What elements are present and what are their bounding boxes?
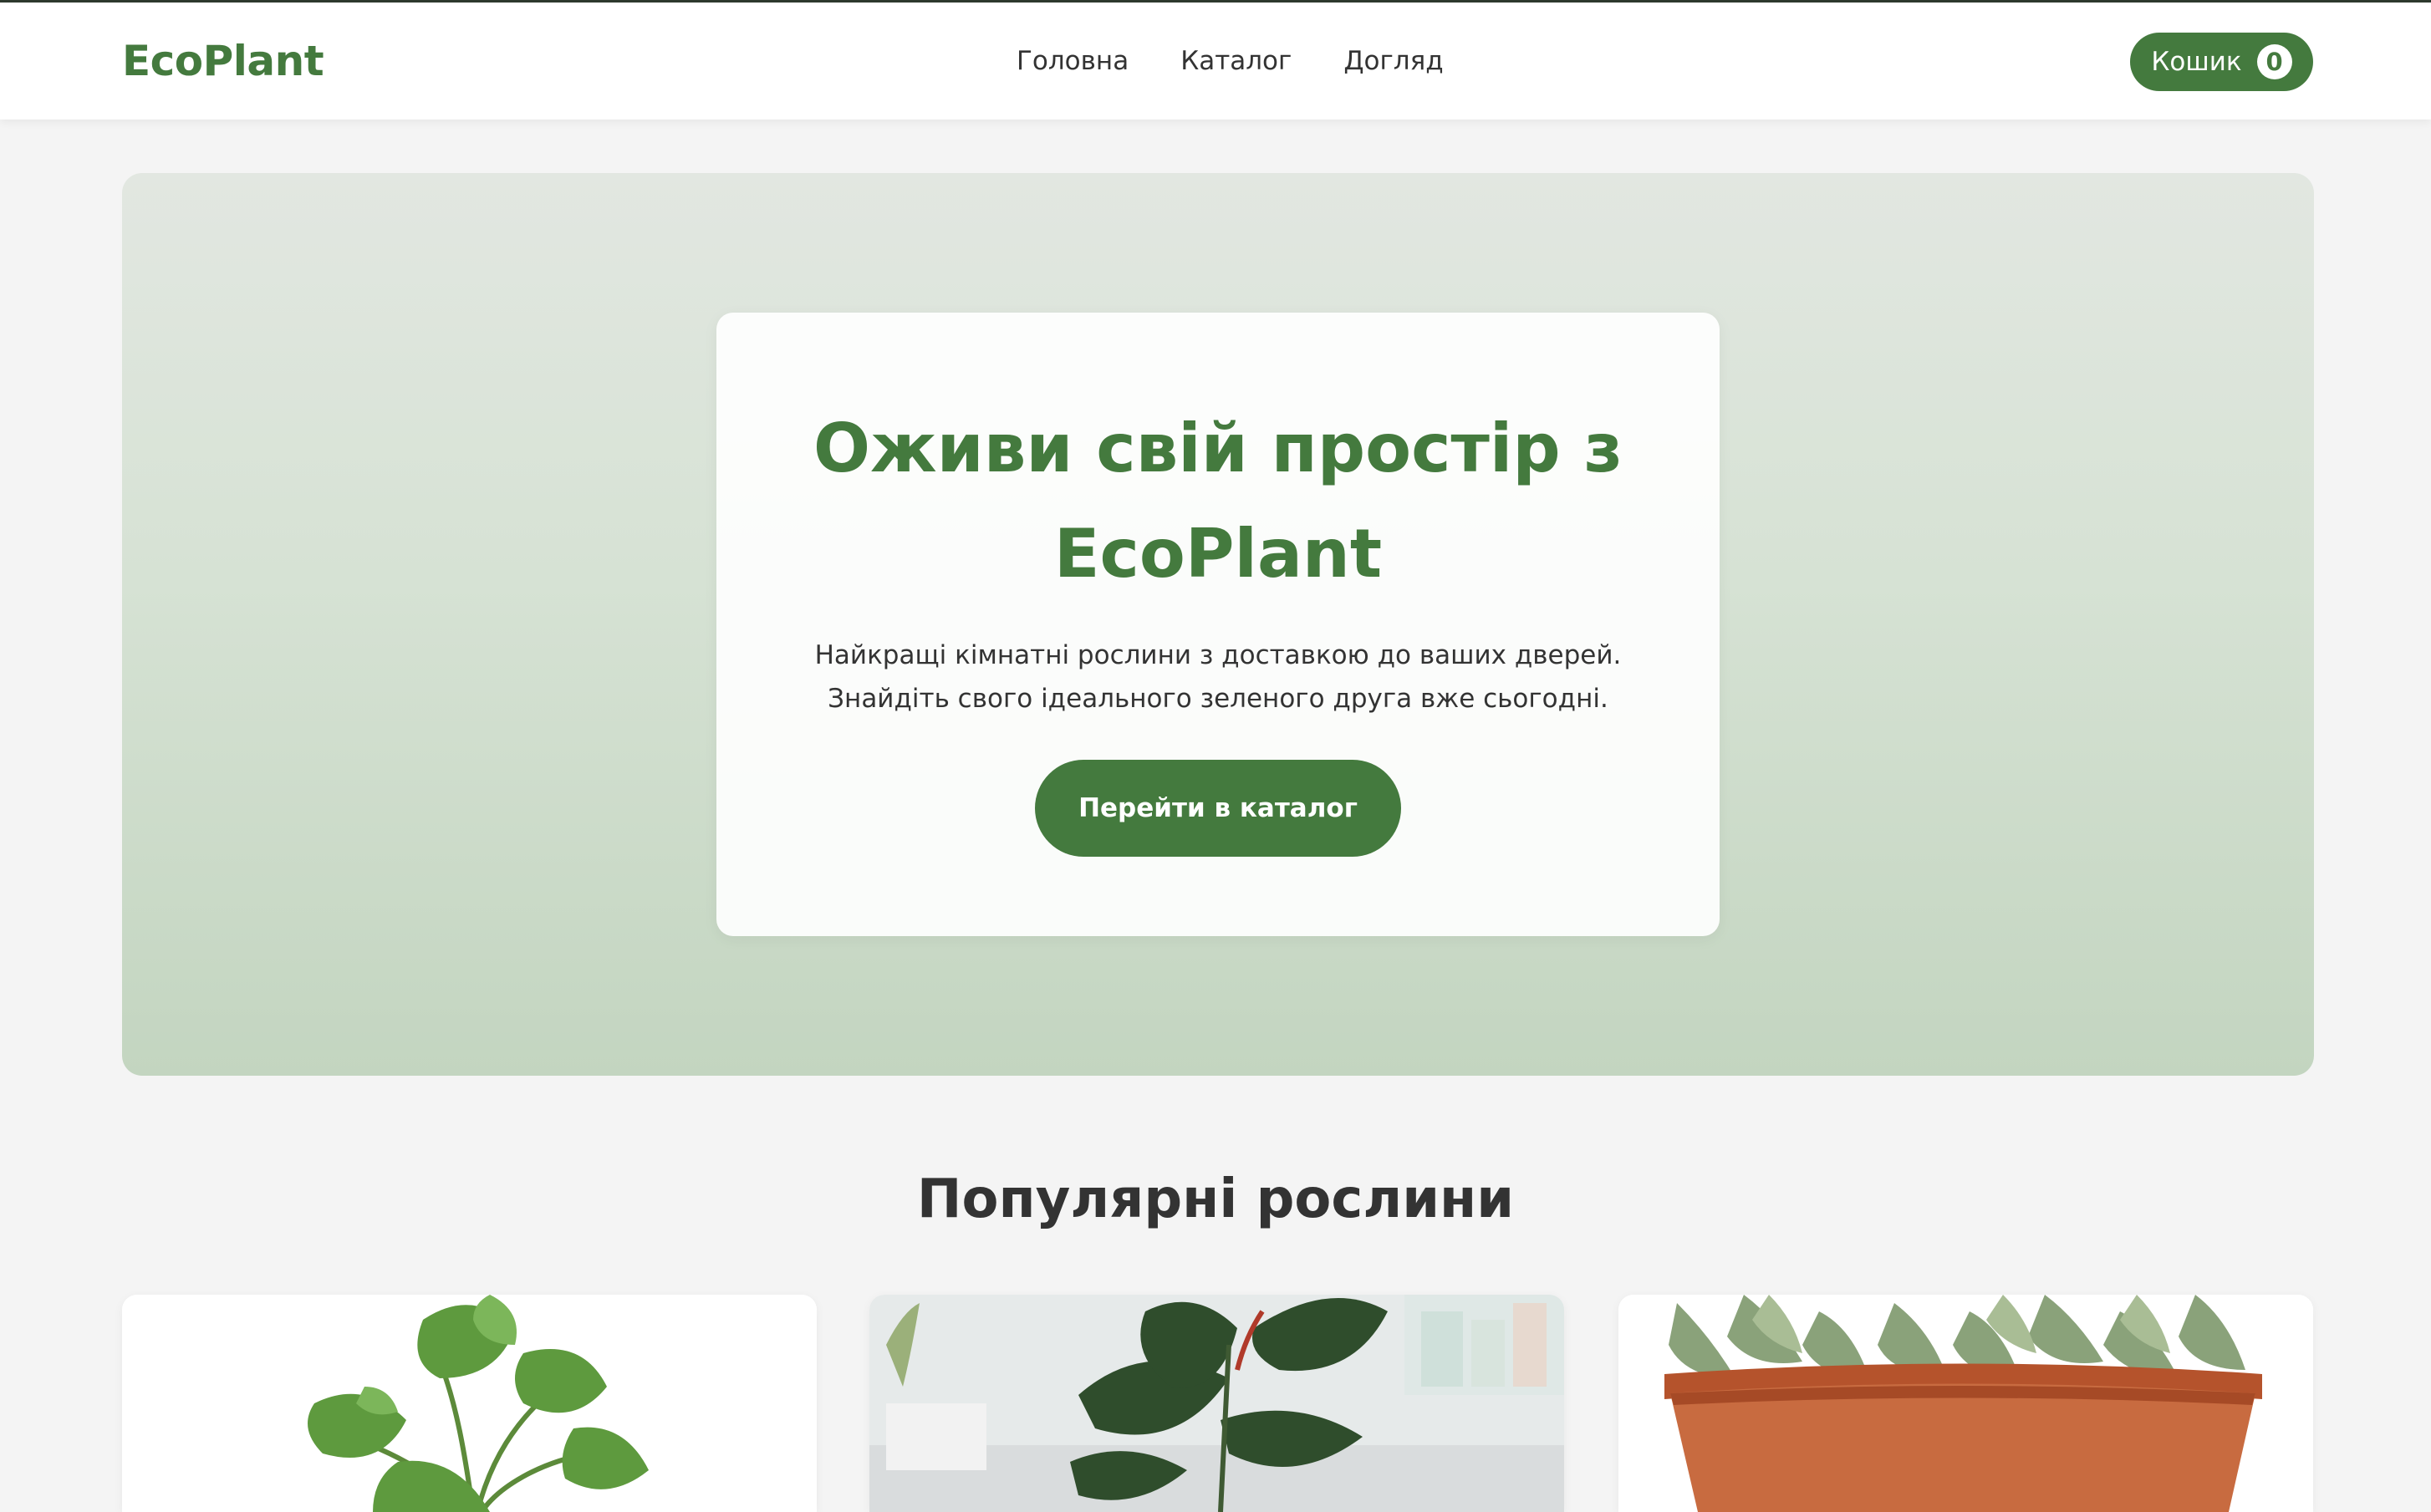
cart-button[interactable]: Кошик 0 xyxy=(2130,33,2313,91)
nav-catalog-link[interactable]: Каталог xyxy=(1180,44,1292,78)
succulent-plant-image xyxy=(1618,1295,2313,1512)
popular-plants-heading: Популярні рослини xyxy=(916,1168,1515,1230)
product-card-succulent[interactable] xyxy=(1618,1295,2313,1512)
hero-title: Оживи свій простір з EcoPlant xyxy=(813,410,1623,593)
nav-home-link[interactable]: Головна xyxy=(1017,44,1129,78)
cart-label: Кошик xyxy=(2151,47,2242,77)
monstera-plant-image xyxy=(122,1295,817,1512)
logo[interactable]: EcoPlant xyxy=(122,34,324,88)
hero-banner: Оживи свій простір з EcoPlant Найкращі к… xyxy=(122,173,2314,1076)
ficus-plant-image xyxy=(869,1295,1564,1512)
main-nav: Головна Каталог Догляд xyxy=(1017,44,1444,78)
hero-card: Оживи свій простір з EcoPlant Найкращі к… xyxy=(716,313,1720,936)
cart-count-badge: 0 xyxy=(2256,44,2292,79)
go-to-catalog-button[interactable]: Перейти в каталог xyxy=(1035,760,1401,857)
product-card-ficus[interactable] xyxy=(869,1295,1564,1512)
hero-description: Найкращі кімнатні рослини з доставкою до… xyxy=(814,640,1622,714)
nav-care-link[interactable]: Догляд xyxy=(1343,44,1443,78)
site-header: EcoPlant Головна Каталог Догляд Кошик 0 xyxy=(0,3,2431,120)
product-card-monstera[interactable] xyxy=(122,1295,817,1512)
